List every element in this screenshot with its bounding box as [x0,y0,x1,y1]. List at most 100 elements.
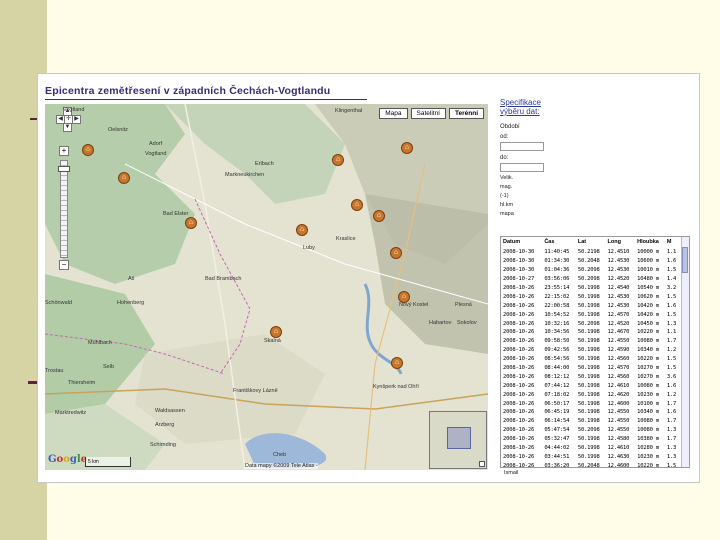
table-row[interactable]: 2008-10-26 04:44:02 50.1998 12.4610 10280 m 1… [502,444,680,453]
map-place-label: Markneukirchen [225,172,265,178]
map-place-label: Cheb [273,452,287,458]
table-cell: 50.1998 [577,338,600,345]
table-row[interactable]: 2008-10-26 05:47:54 50.2098 12.4550 10080 m 1… [502,426,680,435]
table-cell: 10420 m [637,302,659,309]
map-place-label: Oelsnitz [108,127,128,133]
table-cell: 50.1998 [577,329,600,336]
table-row[interactable]: 2008-10-26 05:32:47 50.1998 12.4580 10380 m 1… [502,435,680,444]
table-row[interactable]: 2008-10-26 08:12:12 50.1998 12.4560 10270 m 3… [502,372,680,381]
scale-label: 5 km [88,459,99,465]
table-row[interactable]: 2008-10-26 03:44:51 50.1998 12.4630 10230 m 1… [502,452,680,461]
overview-viewport[interactable] [447,427,471,449]
table-row[interactable]: 2008-10-26 07:18:02 50.1998 12.4620 10230 m 1… [502,390,680,399]
table-cell: 50.1998 [577,436,600,443]
table-cell: 12.4550 [607,418,630,425]
epicenter-marker-icon[interactable]: ⌂ [296,224,308,236]
map-place-label: Selb [103,364,115,370]
epicenter-marker-icon[interactable]: ⌂ [185,217,197,229]
table-cell: 05:47:54 [544,427,570,434]
table-row[interactable]: 2008-10-26 07:44:12 50.1998 12.4610 10080 m 1… [502,381,680,390]
map-place-label: Bad Brambach [205,276,242,282]
map-place-label: Klingenthal [335,108,363,114]
filter-label: (-1) [500,193,509,199]
zoom-in-button[interactable]: + [59,146,69,156]
table-row[interactable]: 2008-10-26 08:44:00 50.1998 12.4570 10270 m 1… [502,364,680,373]
page-title: Epicentra zemětřesení v západních Čechác… [45,85,331,97]
table-row[interactable]: 2008-10-26 06:50:17 50.1998 12.4600 10100 m 1… [502,399,680,408]
map-type-bar: Mapa Satelitní Terénní [379,108,484,119]
map-type-button-map[interactable]: Mapa [379,108,408,119]
results-scrollbar[interactable] [681,237,689,467]
results-table-panel[interactable]: Datum Čas Lat Long Hloubka M 2008-10-30 1… [500,236,690,468]
table-row[interactable]: 2008-10-26 23:55:14 50.1998 12.4540 10540 m 3… [502,284,680,293]
table-row[interactable]: 2008-10-26 10:34:56 50.1998 12.4670 10220 m 1… [502,328,680,337]
results-scroll-thumb[interactable] [682,247,688,273]
overview-map[interactable] [429,411,487,469]
table-cell: 12.4560 [607,356,630,363]
table-row[interactable]: 2008-10-30 01:34:30 50.2048 12.4530 10600 m 1… [502,257,680,266]
table-cell: 12.4550 [607,427,630,434]
pan-down-icon[interactable]: ▼ [63,123,72,132]
table-cell: 2008-10-26 [503,391,535,398]
column-header: Lat [577,239,587,245]
epicenter-marker-icon[interactable]: ⌂ [390,247,402,259]
table-cell: 10230 m [637,391,659,398]
map-place-label: Nový Kostel [399,302,429,308]
table-row[interactable]: 2008-10-26 03:36:20 50.2048 12.4600 10220 m 1… [502,461,680,468]
table-row[interactable]: 2008-10-26 09:42:56 50.1998 12.4590 10340 m 1… [502,346,680,355]
map-place-label: Vogtland [145,151,167,157]
epicenter-marker-icon[interactable]: ⌂ [351,199,363,211]
table-cell: 12.4520 [607,276,630,283]
map-place-label: Kraslice [336,236,356,242]
table-row[interactable]: 2008-10-26 08:54:56 50.1998 12.4560 10220 m 1… [502,355,680,364]
table-cell: 50.1998 [577,285,600,291]
map-place-label: Vogtland [63,107,85,113]
table-cell: 10080 m [637,418,659,425]
epicenter-marker-icon[interactable]: ⌂ [118,172,130,184]
table-row[interactable]: 2008-10-30 11:40:45 50.2198 12.4510 10000 m 1… [502,248,680,257]
filter-label: mapa [500,211,514,217]
epicenter-marker-icon[interactable]: ⌂ [373,210,385,222]
zoom-out-button[interactable]: − [59,260,69,270]
map-type-button-satellite[interactable]: Satelitní [410,108,446,119]
table-cell: 10600 m [637,258,659,265]
table-row[interactable]: 2008-10-26 22:15:02 50.1998 12.4530 10620 m 1… [502,292,680,301]
spec-link[interactable]: Specifikace výběru dat: [500,98,550,116]
table-cell: 3.6 [666,373,677,380]
epicenter-marker-icon[interactable]: ⌂ [82,144,94,156]
table-cell: 12.4570 [607,311,630,318]
table-cell: 50.2098 [577,267,600,274]
table-cell: 1.3 [666,445,677,452]
table-row[interactable]: 2008-10-30 01:04:36 50.2098 12.4530 10010 m 1… [502,266,680,275]
table-row[interactable]: 2008-10-26 06:14:54 50.1998 12.4550 10080 m 1… [502,417,680,426]
zoom-slider-thumb[interactable] [58,166,70,172]
table-cell: 06:14:54 [544,418,570,425]
terrain-layer [45,104,488,470]
table-cell: 2008-10-27 [503,276,535,283]
collapse-icon[interactable] [479,461,485,467]
table-row[interactable]: 2008-10-26 06:45:19 50.1998 12.4550 10340 m 1… [502,408,680,417]
table-row[interactable]: 2008-10-26 10:54:52 50.1998 12.4570 10420 m 1… [502,310,680,319]
epicenter-marker-icon[interactable]: ⌂ [332,154,344,166]
table-cell: 12.4590 [607,347,630,354]
map-type-button-terrain[interactable]: Terénní [449,108,484,119]
table-cell: 05:32:47 [544,436,570,443]
table-cell: 03:44:51 [544,453,570,460]
map-canvas[interactable]: ▲ ◀ ✛ ▶ ▼ + − Mapa Satelitní Terénní ⌂ ⌂… [45,104,488,470]
table-row[interactable]: 2008-10-27 03:56:06 50.2098 12.4520 10480 m 1… [502,275,680,284]
date-from-input[interactable] [500,142,544,151]
epicenter-marker-icon[interactable]: ⌂ [401,142,413,154]
pan-right-icon[interactable]: ▶ [72,115,81,124]
zoom-slider[interactable] [60,160,68,258]
epicenter-marker-icon[interactable]: ⌂ [270,326,282,338]
table-row[interactable]: 2008-10-26 09:58:50 50.1998 12.4550 10080 m 1… [502,337,680,346]
date-to-input[interactable] [500,163,544,172]
table-cell: 10270 m [637,373,659,380]
table-row[interactable]: 2008-10-26 10:32:16 50.2098 12.4520 10450 m 1… [502,319,680,328]
table-cell: 50.1998 [577,373,600,380]
epicenter-marker-icon[interactable]: ⌂ [391,357,403,369]
table-cell: 2008-10-26 [503,436,535,443]
table-row[interactable]: 2008-10-26 22:00:58 50.1998 12.4530 10420 m 1… [502,301,680,310]
table-cell: 10220 m [637,462,659,468]
table-cell: 12.4510 [607,249,630,256]
